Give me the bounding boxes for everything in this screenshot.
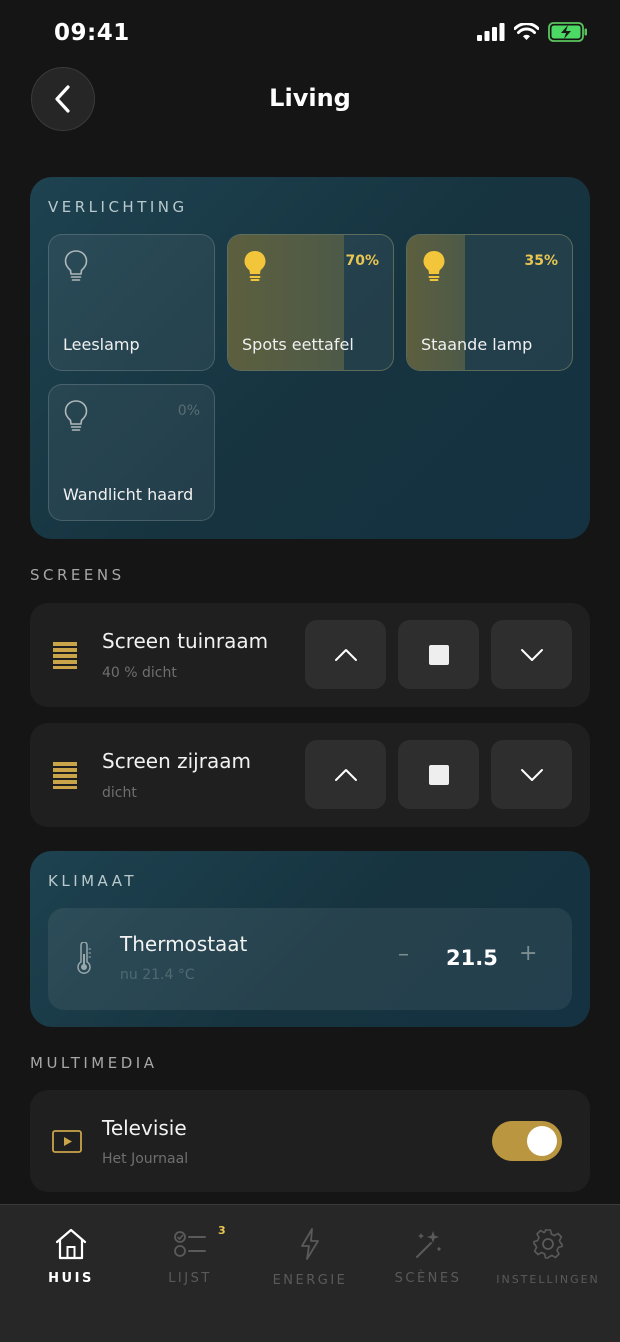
lightning-icon (301, 1228, 319, 1260)
blinds-icon (53, 642, 77, 669)
light-tile-staande-lamp[interactable]: 35% Staande lamp (406, 234, 573, 371)
light-tile-wandlicht-haard[interactable]: 0% Wandlicht haard (48, 384, 215, 521)
light-tile-name: Staande lamp (421, 335, 533, 354)
screen-down-button[interactable] (491, 740, 572, 809)
screen-status: 40 % dicht (102, 665, 177, 681)
status-icons (477, 22, 588, 42)
status-time: 09:41 (54, 20, 130, 46)
tab-energie[interactable]: ENERGIE (248, 1205, 372, 1315)
status-bar: 09:41 (0, 0, 620, 66)
screen-name: Screen zijraam (102, 749, 251, 773)
tv-card: Televisie Het Journaal (30, 1090, 590, 1192)
lightbulb-off-icon (64, 400, 88, 431)
play-screen-icon (52, 1130, 82, 1153)
tab-badge: 3 (218, 1224, 226, 1237)
light-tile-name: Leeslamp (63, 335, 140, 354)
decrease-temp-button[interactable]: – (398, 942, 409, 967)
lightbulb-off-icon (64, 250, 88, 281)
thermometer-icon (77, 942, 91, 974)
tab-scenes[interactable]: SCÈNES (366, 1205, 490, 1315)
tab-lijst[interactable]: 3 LIJST (128, 1205, 252, 1315)
toggle-knob (527, 1126, 557, 1156)
lightbulb-on-icon (423, 251, 445, 281)
tab-label: LIJST (168, 1271, 212, 1286)
climate-section: KLIMAAT Thermostaat nu 21.4 °C – 21.5 + (30, 851, 590, 1027)
multimedia-section-label: MULTIMEDIA (30, 1054, 158, 1072)
light-tile-name: Spots eettafel (242, 335, 354, 354)
stop-icon (428, 644, 449, 665)
tv-status: Het Journaal (102, 1151, 189, 1167)
screen-name: Screen tuinraam (102, 629, 269, 653)
wifi-icon (514, 23, 539, 40)
light-tile-name: Wandlicht haard (63, 485, 194, 504)
increase-temp-button[interactable]: + (519, 941, 537, 966)
light-tile-leeslamp[interactable]: Leeslamp (48, 234, 215, 371)
page-title: Living (269, 84, 351, 112)
checklist-icon (174, 1231, 206, 1257)
gear-icon (533, 1229, 563, 1259)
stop-icon (428, 764, 449, 785)
brightness-percent: 35% (524, 253, 558, 269)
home-icon (55, 1228, 87, 1260)
blinds-icon (53, 762, 77, 789)
thermostat-card: Thermostaat nu 21.4 °C – 21.5 + (48, 908, 572, 1010)
screen-card-tuinraam: Screen tuinraam 40 % dicht (30, 603, 590, 707)
tab-label: ENERGIE (272, 1273, 348, 1288)
cellular-signal-icon (477, 23, 505, 41)
screen-down-button[interactable] (491, 620, 572, 689)
screen-status: dicht (102, 785, 137, 801)
climate-section-label: KLIMAAT (48, 872, 137, 890)
tv-name: Televisie (102, 1116, 187, 1140)
tab-bar: HUIS 3 LIJST ENERGIE SCÈNES INSTELLINGEN (0, 1204, 620, 1342)
lighting-section-label: VERLICHTING (48, 198, 188, 216)
screen-stop-button[interactable] (398, 740, 479, 809)
light-tile-spots-eettafel[interactable]: 70% Spots eettafel (227, 234, 394, 371)
tab-label: SCÈNES (394, 1271, 462, 1286)
chevron-up-icon (334, 768, 357, 781)
tab-label: HUIS (48, 1271, 94, 1286)
screen-stop-button[interactable] (398, 620, 479, 689)
battery-charging-icon (548, 22, 587, 42)
screens-section-label: SCREENS (30, 566, 125, 584)
screen-up-button[interactable] (305, 620, 386, 689)
lighting-section: VERLICHTING Leeslamp 70% Spots eettafel … (30, 177, 590, 539)
brightness-percent: 70% (345, 253, 379, 269)
thermostat-current-temp: nu 21.4 °C (120, 967, 195, 983)
tab-label: INSTELLINGEN (496, 1273, 600, 1286)
thermostat-setpoint: 21.5 (446, 946, 498, 970)
screen-up-button[interactable] (305, 740, 386, 809)
screen-card-zijraam: Screen zijraam dicht (30, 723, 590, 827)
chevron-down-icon (520, 648, 543, 661)
lightbulb-on-icon (244, 251, 266, 281)
chevron-down-icon (520, 768, 543, 781)
tab-instellingen[interactable]: INSTELLINGEN (486, 1205, 610, 1315)
chevron-up-icon (334, 648, 357, 661)
magic-wand-icon (416, 1231, 441, 1258)
brightness-percent: 0% (177, 403, 200, 419)
tv-power-toggle[interactable] (492, 1121, 562, 1161)
thermostat-name: Thermostaat (120, 932, 248, 956)
tab-huis[interactable]: HUIS (9, 1205, 133, 1315)
